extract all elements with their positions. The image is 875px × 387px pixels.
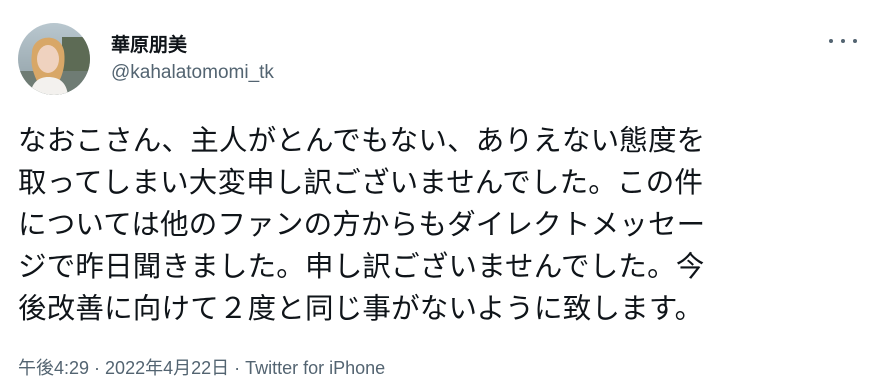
more-options-button[interactable]: [829, 30, 857, 52]
more-horizontal-icon: [841, 39, 845, 43]
more-horizontal-icon: [829, 39, 833, 43]
avatar-image: [18, 23, 90, 95]
user-handle[interactable]: @kahalatomomi_tk: [111, 60, 274, 86]
meta-separator: ·: [89, 358, 106, 378]
tweet-time[interactable]: 午後4:29: [18, 358, 89, 378]
tweet-text-line: ジで昨日聞きました。申し訳ございませんでした。今: [18, 250, 705, 283]
meta-separator: ·: [229, 358, 246, 378]
tweet-header: 華原朋美 @kahalatomomi_tk: [18, 22, 274, 96]
tweet-date[interactable]: 2022年4月22日: [105, 358, 229, 378]
tweet-meta: 午後4:29 · 2022年4月22日 · Twitter for iPhone: [18, 356, 385, 380]
tweet-text-line: 取ってしまい大変申し訳ございませんでした。この件: [18, 166, 704, 199]
display-name[interactable]: 華原朋美: [111, 32, 274, 58]
avatar[interactable]: [18, 23, 90, 95]
tweet-card: 華原朋美 @kahalatomomi_tk なおこさん、主人がとんでもない、あり…: [0, 0, 875, 387]
more-horizontal-icon: [853, 39, 857, 43]
tweet-text-line: 後改善に向けて２度と同じ事がないように致します。: [18, 292, 704, 325]
tweet-source[interactable]: Twitter for iPhone: [245, 358, 385, 378]
tweet-text-line: なおこさん、主人がとんでもない、ありえない態度を: [18, 124, 706, 157]
tweet-text-line: については他のファンの方からもダイレクトメッセー: [18, 208, 706, 241]
user-names: 華原朋美 @kahalatomomi_tk: [111, 32, 274, 86]
tweet-text: なおこさん、主人がとんでもない、ありえない態度を 取ってしまい大変申し訳ございま…: [18, 120, 858, 330]
